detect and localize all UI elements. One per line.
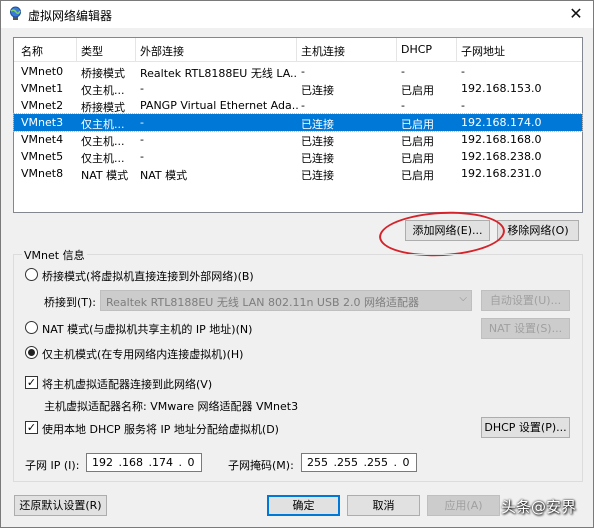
chevron-down-icon: ⌵ [459, 293, 467, 304]
cell-name: VMnet4 [21, 133, 64, 146]
cell-type: 仅主机... [81, 84, 125, 97]
add-network-button[interactable]: 添加网络(E)... [405, 220, 490, 241]
table-row[interactable]: VMnet0 桥接模式 Realtek RTL8188EU 无线 LA... - - - [14, 63, 582, 80]
cell-dhcp: - [401, 65, 405, 78]
host-only-mode-label[interactable]: 仅主机模式(在专用网络内连接虚拟机)(H) [42, 346, 243, 362]
table-row[interactable]: VMnet1 仅主机... - 已连接 已启用 192.168.153.0 [14, 80, 582, 97]
cell-host: - [301, 99, 305, 112]
bridge-to-value: Realtek RTL8188EU 无线 LAN 802.11n USB 2.0… [106, 296, 419, 309]
cell-dhcp: - [401, 99, 405, 112]
close-button[interactable]: ✕ [559, 1, 593, 28]
cell-external: - [140, 82, 144, 95]
cell-external: Realtek RTL8188EU 无线 LA... [140, 67, 298, 80]
cell-subnet: - [461, 65, 465, 78]
subnet-ip-input[interactable]: 192 .168 .174 . 0 [86, 453, 202, 472]
cell-host: 已连接 [301, 135, 334, 148]
cell-name: VMnet2 [21, 99, 64, 112]
network-list[interactable]: 名称 类型 外部连接 主机连接 DHCP 子网地址 VMnet0 桥接模式 Real… [13, 37, 583, 213]
cell-name: VMnet3 [21, 116, 64, 129]
bridge-mode-radio[interactable] [25, 268, 38, 281]
subnet-mask-label: 子网掩码(M): [228, 459, 294, 472]
cell-external: - [140, 150, 144, 163]
window-title: 虚拟网络编辑器 [28, 9, 113, 23]
cell-type: 仅主机... [81, 152, 125, 165]
bridge-to-label: 桥接到(T): [44, 296, 97, 309]
cell-dhcp: 已启用 [401, 118, 434, 131]
cell-name: VMnet8 [21, 167, 64, 180]
cell-subnet: 192.168.168.0 [461, 133, 542, 146]
network-globe-icon [10, 6, 21, 20]
virtual-network-editor-window: 虚拟网络编辑器 ✕ 名称 类型 外部连接 主机连接 DHCP 子网地址 VMne… [0, 0, 594, 528]
auto-settings-button[interactable]: 自动设置(U)... [481, 290, 570, 311]
column-header-external[interactable]: 外部连接 [140, 43, 298, 59]
dhcp-label[interactable]: 使用本地 DHCP 服务将 IP 地址分配给虚拟机(D) [42, 421, 279, 437]
cell-type: 仅主机... [81, 135, 125, 148]
connect-adapter-checkbox[interactable]: ✓ [25, 376, 38, 389]
restore-defaults-button[interactable]: 还原默认设置(R) [14, 495, 107, 516]
nat-settings-button[interactable]: NAT 设置(S)... [481, 318, 570, 339]
table-row[interactable]: VMnet5 仅主机... - 已连接 已启用 192.168.238.0 [14, 148, 582, 165]
cell-external: PANGP Virtual Ethernet Ada... [140, 99, 298, 112]
cell-subnet: - [461, 99, 465, 112]
cell-dhcp: 已启用 [401, 169, 434, 182]
column-header-type[interactable]: 类型 [81, 43, 137, 59]
apply-button[interactable]: 应用(A) [427, 495, 500, 516]
cell-subnet: 192.168.231.0 [461, 167, 542, 180]
bridge-mode-label[interactable]: 桥接模式(将虚拟机直接连接到外部网络)(B) [42, 268, 254, 284]
vmnet-info-group [13, 254, 583, 482]
cell-dhcp: 已启用 [401, 152, 434, 165]
cell-type: 桥接模式 [81, 101, 125, 114]
cell-name: VMnet5 [21, 150, 64, 163]
host-only-mode-radio[interactable] [25, 346, 38, 359]
adapter-name-label: 主机虚拟适配器名称: VMware 网络适配器 VMnet3 [44, 400, 299, 413]
watermark-text: 头条@安界 [501, 498, 577, 516]
connect-adapter-label[interactable]: 将主机虚拟适配器连接到此网络(V) [42, 376, 212, 392]
cell-host: - [301, 65, 305, 78]
cell-subnet: 192.168.238.0 [461, 150, 542, 163]
cell-external: NAT 模式 [140, 169, 188, 182]
cell-type: NAT 模式 [81, 169, 129, 182]
column-header-dhcp[interactable]: DHCP [401, 43, 459, 56]
table-row[interactable]: VMnet2 桥接模式 PANGP Virtual Ethernet Ada... -… [14, 97, 582, 114]
table-row[interactable]: VMnet8 NAT 模式 NAT 模式 已连接 已启用 192.168.231.0 [14, 165, 582, 182]
column-header-name[interactable]: 名称 [21, 43, 77, 59]
nat-mode-label[interactable]: NAT 模式(与虚拟机共享主机的 IP 地址)(N) [42, 321, 252, 337]
dhcp-settings-button[interactable]: DHCP 设置(P)... [481, 417, 570, 438]
dhcp-checkbox[interactable]: ✓ [25, 421, 38, 434]
ok-button[interactable]: 确定 [267, 495, 340, 516]
cell-name: VMnet1 [21, 82, 64, 95]
table-row[interactable]: VMnet4 仅主机... - 已连接 已启用 192.168.168.0 [14, 131, 582, 148]
cancel-button[interactable]: 取消 [347, 495, 420, 516]
cell-host: 已连接 [301, 152, 334, 165]
nat-mode-radio[interactable] [25, 321, 38, 334]
bridge-to-select[interactable]: Realtek RTL8188EU 无线 LAN 802.11n USB 2.0… [100, 290, 472, 311]
cell-host: 已连接 [301, 118, 334, 131]
cell-host: 已连接 [301, 84, 334, 97]
cell-subnet: 192.168.174.0 [461, 116, 542, 129]
vmnet-info-title: VMnet 信息 [22, 247, 87, 263]
subnet-ip-label: 子网 IP (I): [25, 459, 80, 472]
close-icon: ✕ [569, 4, 583, 23]
cell-dhcp: 已启用 [401, 135, 434, 148]
cell-host: 已连接 [301, 169, 334, 182]
cell-external: - [140, 116, 144, 129]
column-header-host[interactable]: 主机连接 [301, 43, 399, 59]
cell-type: 桥接模式 [81, 67, 125, 80]
table-row[interactable]: VMnet3 仅主机... - 已连接 已启用 192.168.174.0 [13, 113, 583, 132]
cell-subnet: 192.168.153.0 [461, 82, 542, 95]
title-bar: 虚拟网络编辑器 ✕ [1, 1, 593, 28]
cell-dhcp: 已启用 [401, 84, 434, 97]
cell-external: - [140, 133, 144, 146]
column-header-subnet[interactable]: 子网地址 [461, 43, 579, 59]
subnet-mask-input[interactable]: 255 .255 .255 . 0 [301, 453, 417, 472]
list-header: 名称 类型 外部连接 主机连接 DHCP 子网地址 [14, 38, 582, 62]
remove-network-button[interactable]: 移除网络(O) [497, 220, 579, 241]
cell-name: VMnet0 [21, 65, 64, 78]
cell-type: 仅主机... [81, 118, 125, 131]
